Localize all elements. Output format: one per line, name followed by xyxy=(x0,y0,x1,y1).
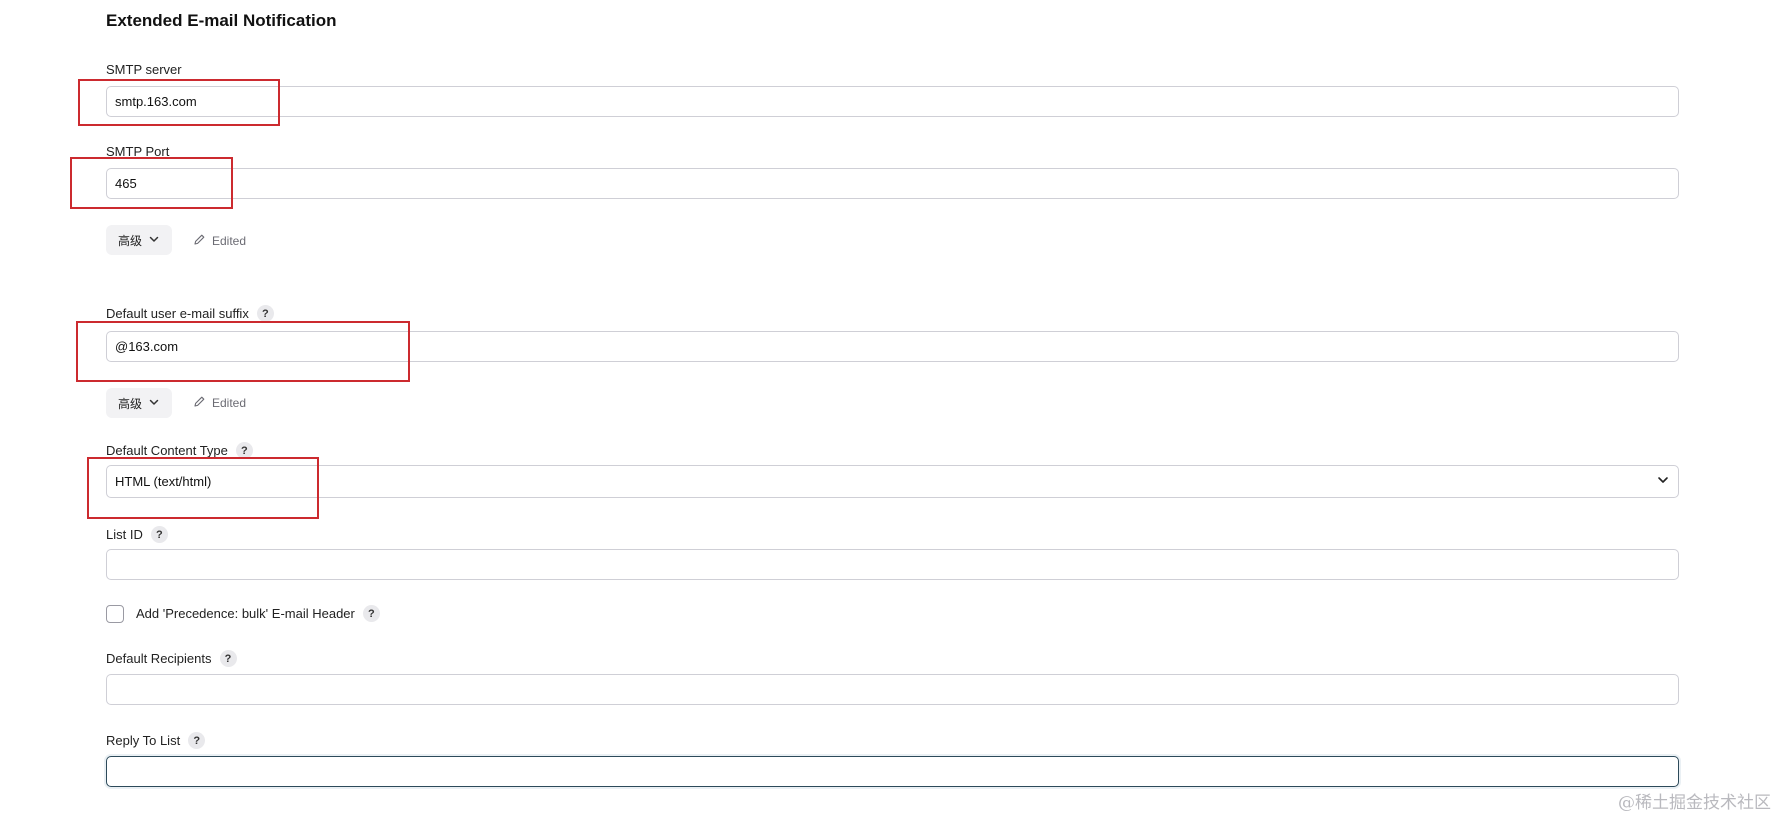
reply-to-label-text: Reply To List xyxy=(106,733,181,748)
help-icon[interactable]: ? xyxy=(188,732,206,749)
default-recipients-input[interactable] xyxy=(106,674,1679,705)
help-icon[interactable]: ? xyxy=(150,526,168,543)
advanced-button-1-label: 高级 xyxy=(118,233,143,248)
smtp-server-input[interactable] xyxy=(106,86,1679,117)
pencil-icon xyxy=(193,233,206,249)
content-type-label: Default Content Type ? xyxy=(106,442,253,459)
default-suffix-input[interactable] xyxy=(106,331,1679,362)
list-id-label: List ID ? xyxy=(106,526,168,543)
smtp-server-label: SMTP server xyxy=(106,62,182,77)
precedence-checkbox[interactable] xyxy=(106,605,124,623)
default-recipients-label: Default Recipients ? xyxy=(106,650,237,667)
reply-to-label: Reply To List ? xyxy=(106,732,206,749)
help-icon[interactable]: ? xyxy=(256,305,274,322)
default-suffix-label-text: Default user e-mail suffix xyxy=(106,306,249,321)
advanced-button-1[interactable]: 高级 xyxy=(106,225,173,255)
edited-text-2: Edited xyxy=(212,396,247,410)
precedence-label: Add 'Precedence: bulk' E-mail Header ? xyxy=(136,605,380,622)
content-type-label-text: Default Content Type xyxy=(106,443,228,458)
edited-indicator-2: Edited xyxy=(193,395,246,411)
precedence-label-text: Add 'Precedence: bulk' E-mail Header xyxy=(136,606,355,621)
reply-to-input[interactable] xyxy=(106,756,1679,787)
smtp-port-input[interactable] xyxy=(106,168,1679,199)
chevron-down-icon xyxy=(148,396,160,411)
help-icon[interactable]: ? xyxy=(219,650,237,667)
smtp-port-label: SMTP Port xyxy=(106,144,169,159)
help-icon[interactable]: ? xyxy=(362,605,380,622)
pencil-icon xyxy=(193,395,206,411)
chevron-down-icon xyxy=(148,233,160,248)
chevron-down-icon xyxy=(1656,473,1670,490)
watermark: @稀土掘金技术社区 xyxy=(1618,793,1771,813)
list-id-label-text: List ID xyxy=(106,527,143,542)
edited-text-1: Edited xyxy=(212,234,247,248)
section-title: Extended E-mail Notification xyxy=(106,11,337,30)
default-suffix-label: Default user e-mail suffix ? xyxy=(106,305,274,322)
content-type-selected: HTML (text/html) xyxy=(115,474,212,489)
help-icon[interactable]: ? xyxy=(235,442,253,459)
default-recipients-label-text: Default Recipients xyxy=(106,651,212,666)
advanced-button-2[interactable]: 高级 xyxy=(106,388,173,418)
smtp-server-label-text: SMTP server xyxy=(106,62,182,77)
list-id-input[interactable] xyxy=(106,549,1679,580)
advanced-button-2-label: 高级 xyxy=(118,396,143,411)
smtp-port-label-text: SMTP Port xyxy=(106,144,170,159)
content-type-select[interactable]: HTML (text/html) xyxy=(106,465,1679,498)
edited-indicator-1: Edited xyxy=(193,233,246,249)
